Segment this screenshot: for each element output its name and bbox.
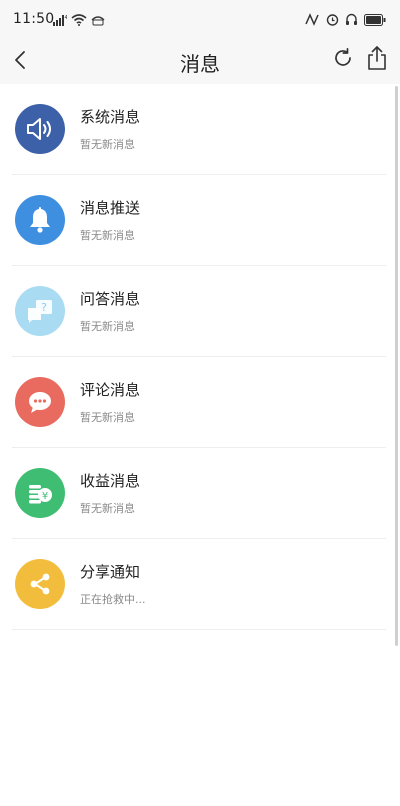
nav-bar: 消息 bbox=[0, 40, 400, 84]
item-title: 评论消息 bbox=[80, 381, 141, 399]
share-button[interactable] bbox=[364, 45, 390, 75]
message-list: 系统消息 暂无新消息 消息推送 暂无新消息 ? 问答消息 暂无新消息 评论消息 … bbox=[0, 84, 392, 630]
scrollbar[interactable] bbox=[395, 86, 398, 646]
item-subtitle: 暂无新消息 bbox=[80, 320, 135, 333]
question-bubble-icon: ? bbox=[15, 286, 65, 336]
hd-icon bbox=[91, 11, 105, 30]
item-subtitle: 暂无新消息 bbox=[80, 138, 135, 151]
alarm-icon bbox=[326, 11, 339, 30]
item-title: 分享通知 bbox=[80, 563, 141, 581]
battery-icon bbox=[364, 11, 386, 30]
svg-text:¥: ¥ bbox=[42, 491, 48, 502]
coins-icon: ¥ bbox=[15, 468, 65, 518]
bell-icon bbox=[15, 195, 65, 245]
refresh-button[interactable] bbox=[330, 46, 356, 74]
item-title: 问答消息 bbox=[80, 290, 141, 308]
item-title: 消息推送 bbox=[80, 199, 141, 217]
share-upload-icon bbox=[366, 45, 388, 75]
item-title: 收益消息 bbox=[80, 472, 141, 490]
status-time: 11:50 bbox=[13, 11, 55, 27]
list-item-qa[interactable]: ? 问答消息 暂无新消息 bbox=[12, 266, 386, 357]
list-item-push[interactable]: 消息推送 暂无新消息 bbox=[12, 175, 386, 266]
list-item-system[interactable]: 系统消息 暂无新消息 bbox=[12, 84, 386, 175]
item-title: 系统消息 bbox=[80, 108, 141, 126]
nfc-icon bbox=[304, 11, 320, 30]
list-item-earnings[interactable]: ¥ 收益消息 暂无新消息 bbox=[12, 448, 386, 539]
list-item-comment[interactable]: 评论消息 暂无新消息 bbox=[12, 357, 386, 448]
share-icon bbox=[15, 559, 65, 609]
list-item-share[interactable]: 分享通知 正在抢救中... bbox=[12, 539, 386, 630]
cellular-signal-icon: 4 bbox=[53, 11, 68, 30]
status-right-icons bbox=[304, 11, 386, 30]
item-subtitle: 暂无新消息 bbox=[80, 229, 135, 242]
comment-icon bbox=[15, 377, 65, 427]
item-subtitle: 暂无新消息 bbox=[80, 411, 135, 424]
svg-text:?: ? bbox=[41, 301, 47, 314]
speaker-icon bbox=[15, 104, 65, 154]
item-subtitle: 正在抢救中... bbox=[80, 593, 146, 606]
wifi-icon bbox=[71, 11, 87, 30]
status-bar: 11:50 4 bbox=[0, 0, 400, 40]
status-left-icons: 4 bbox=[53, 11, 105, 30]
item-subtitle: 暂无新消息 bbox=[80, 502, 135, 515]
svg-text:4: 4 bbox=[65, 15, 68, 21]
headphones-icon bbox=[345, 11, 358, 30]
refresh-icon bbox=[332, 47, 354, 73]
